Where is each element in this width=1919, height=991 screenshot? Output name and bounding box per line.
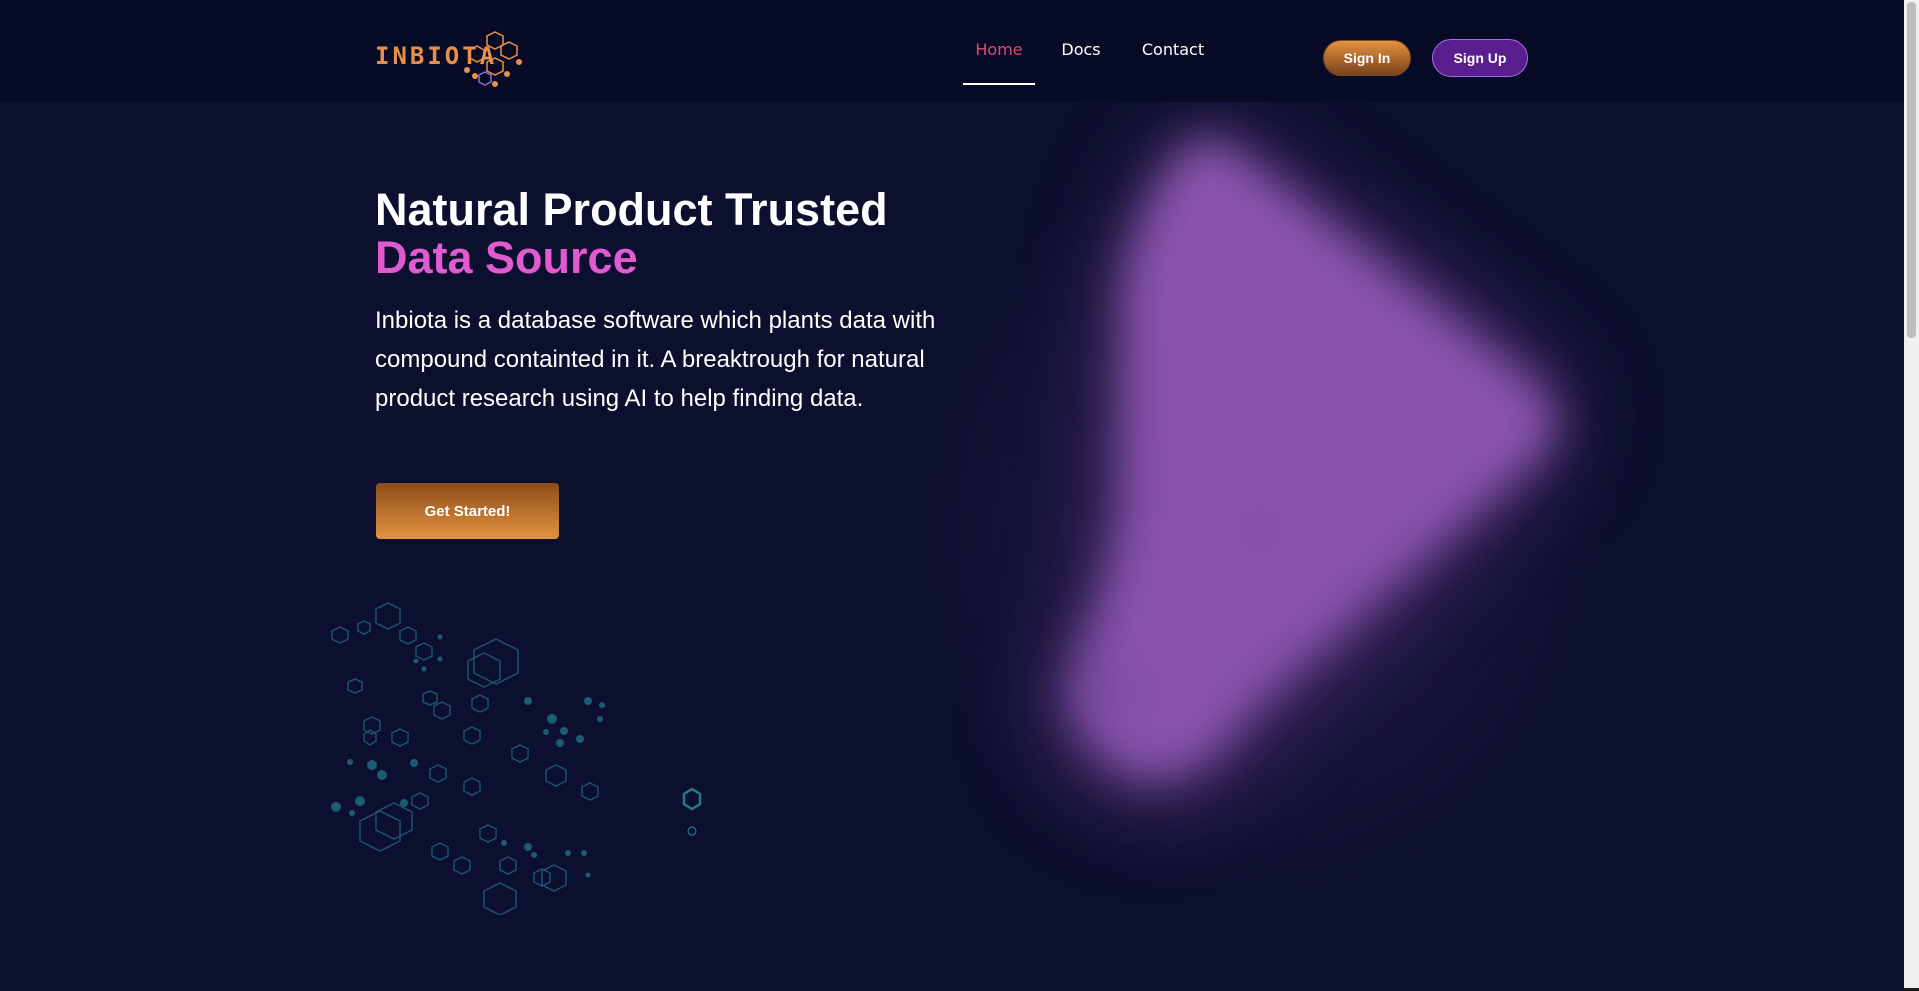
nav-link-docs[interactable]: Docs: [1035, 0, 1127, 102]
hero-title-line1: Natural Product Trusted: [375, 184, 888, 235]
get-started-button[interactable]: Get Started!: [376, 483, 559, 539]
sign-in-button[interactable]: Sign In: [1323, 40, 1411, 76]
navbar: INBIOTA Home Docs Contact Sign In Sign U…: [0, 0, 1904, 102]
nav-link-contact-label: Contact: [1141, 40, 1205, 59]
scrollbar-thumb[interactable]: [1907, 2, 1916, 338]
nav-link-docs-label: Docs: [1061, 40, 1101, 59]
hero-blob-graphic: [860, 70, 1680, 970]
nav-link-home[interactable]: Home: [963, 0, 1035, 102]
logo[interactable]: INBIOTA: [375, 28, 535, 88]
hexagon-molecule-icon: [331, 602, 702, 915]
nav-link-home-label: Home: [975, 40, 1023, 59]
nav-links: Home Docs Contact: [963, 0, 1219, 102]
hero-title: Natural Product Trusted Data Source: [375, 186, 888, 282]
landing-page: INBIOTA Home Docs Contact Sign In Sign U…: [0, 0, 1904, 991]
page-scrollbar[interactable]: [1904, 0, 1919, 991]
nav-link-contact[interactable]: Contact: [1127, 0, 1219, 102]
hero-title-line2: Data Source: [375, 232, 638, 283]
hexagon-cluster-icon: [464, 31, 522, 87]
hero-blob-glow: [900, 150, 1620, 910]
nav-active-underline: [963, 83, 1035, 85]
hero-description: Inbiota is a database software which pla…: [375, 307, 936, 412]
sign-up-button[interactable]: Sign Up: [1432, 39, 1528, 77]
